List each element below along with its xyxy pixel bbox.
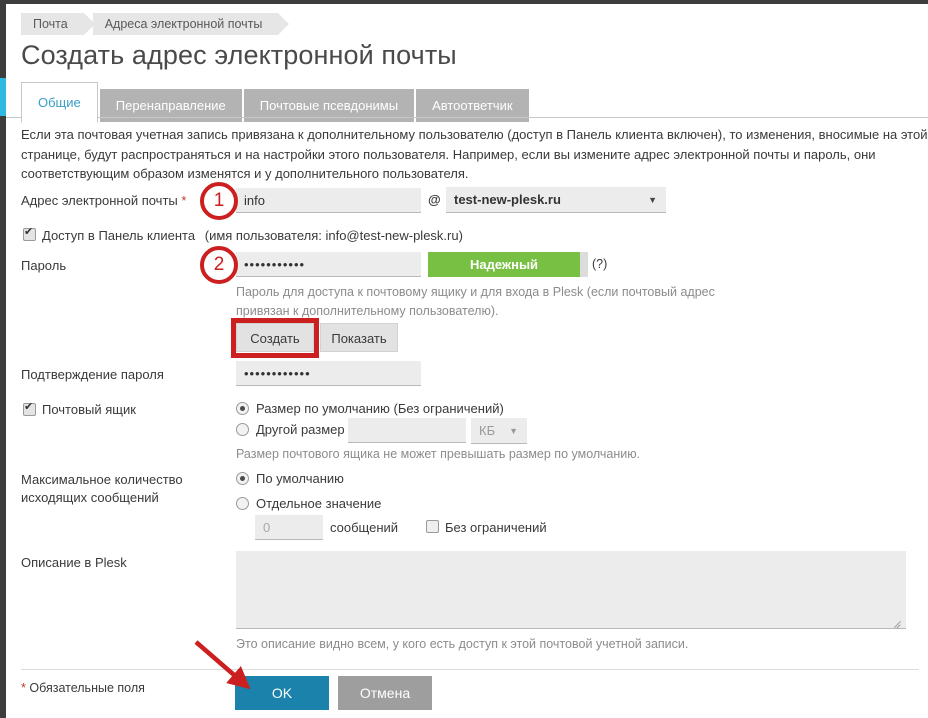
password-confirm-label: Подтверждение пароля [21, 367, 164, 382]
panel-access-label: Доступ в Панель клиента (имя пользовател… [42, 227, 463, 244]
at-symbol: @ [428, 192, 441, 207]
outgoing-count-input[interactable] [255, 515, 323, 540]
outgoing-default-radio[interactable] [236, 472, 249, 485]
description-hint: Это описание видно всем, у кого есть дос… [236, 637, 689, 651]
panel-access-username-note: (имя пользователя: info@test-new-plesk.r… [204, 228, 463, 243]
email-input[interactable] [236, 188, 421, 213]
footer-divider [21, 669, 919, 670]
outgoing-label-line2: исходящих сообщений [21, 490, 159, 505]
password-strength-bar: Надежный [428, 252, 580, 277]
cancel-button[interactable]: Отмена [338, 676, 432, 710]
mailbox-size-hint: Размер почтового ящика не может превышат… [236, 447, 641, 461]
email-label: Адрес электронной почты * [21, 192, 186, 209]
tab-general[interactable]: Общие [21, 82, 98, 123]
chevron-down-icon: ▼ [509, 425, 518, 436]
email-required-mark: * [181, 193, 187, 208]
panel-access-label-text: Доступ в Панель клиента [42, 228, 196, 243]
outgoing-unlimited-checkbox[interactable] [426, 520, 439, 533]
ok-button[interactable]: OK [235, 676, 329, 710]
domain-select[interactable]: test-new-plesk.ru ▼ [446, 187, 666, 213]
password-help-icon[interactable]: (?) [592, 257, 607, 271]
mailbox-size-custom-radio[interactable] [236, 423, 249, 436]
password-input[interactable] [236, 252, 421, 277]
mailbox-size-input[interactable] [348, 418, 466, 443]
tab-label: Общие [38, 95, 81, 110]
password-hint: Пароль для доступа к почтовому ящику и д… [236, 285, 715, 318]
mailbox-checkbox[interactable] [23, 401, 36, 416]
email-label-text: Адрес электронной почты [21, 193, 178, 208]
panel-access-checkbox[interactable] [23, 226, 36, 241]
outgoing-default-label: По умолчанию [256, 471, 344, 486]
email-form: Адрес электронной почты * @ test-new-ple… [0, 0, 922, 714]
mailbox-size-unit-value: КБ [479, 423, 496, 438]
generate-password-button[interactable]: Создать [236, 323, 314, 352]
annotation-step-1: 1 [200, 182, 238, 220]
outgoing-custom-label: Отдельное значение [256, 496, 382, 511]
outgoing-unit-label: сообщений [330, 520, 399, 535]
required-fields-text: Обязательные поля [29, 681, 145, 695]
mailbox-size-default-radio[interactable] [236, 402, 249, 415]
description-textarea[interactable] [236, 551, 906, 629]
mailbox-size-unit-select[interactable]: КБ ▼ [471, 418, 527, 444]
annotation-step-2: 2 [200, 246, 238, 284]
outgoing-unlimited-label: Без ограничений [445, 520, 547, 535]
password-label: Пароль [21, 258, 67, 273]
required-mark: * [21, 681, 26, 695]
required-fields-note: * Обязательные поля [21, 681, 145, 695]
mailbox-size-custom-label: Другой размер [256, 422, 345, 437]
chevron-down-icon: ▼ [648, 194, 657, 205]
mailbox-label: Почтовый ящик [42, 402, 136, 417]
outgoing-label-line1: Максимальное количество [21, 472, 183, 487]
domain-select-value: test-new-plesk.ru [454, 192, 561, 207]
mailbox-size-default-label: Размер по умолчанию (Без ограничений) [256, 401, 504, 416]
description-label: Описание в Plesk [21, 555, 127, 570]
outgoing-custom-radio[interactable] [236, 497, 249, 510]
password-confirm-input[interactable] [236, 361, 421, 386]
show-password-button[interactable]: Показать [320, 323, 398, 352]
